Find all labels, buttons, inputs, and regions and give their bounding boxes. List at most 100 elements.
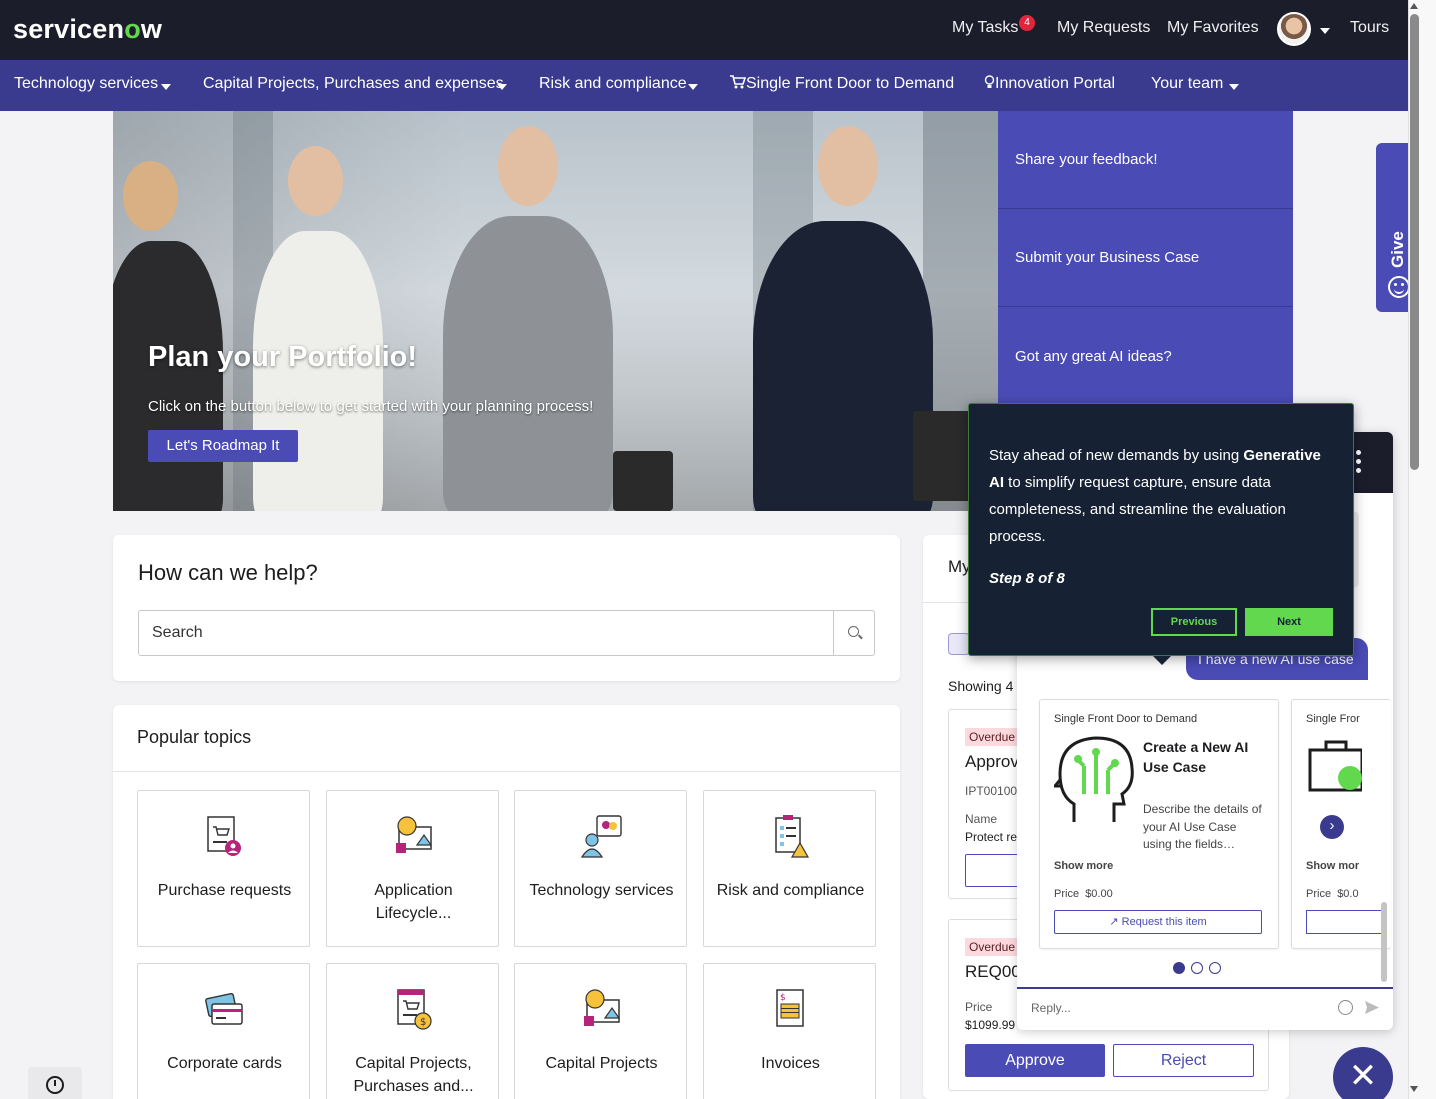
menu-label: Your team bbox=[1151, 75, 1224, 92]
credit-cards-icon bbox=[205, 992, 243, 1025]
catalog-description: Describe the details of your AI Use Case… bbox=[1143, 802, 1262, 851]
my-favorites-link[interactable]: My Favorites bbox=[1167, 19, 1259, 37]
more-options-icon[interactable] bbox=[1356, 450, 1362, 476]
catalog-item-card[interactable]: Single Front Door to Demand Create a New… bbox=[1039, 699, 1279, 949]
servicenow-logo[interactable]: servicenow bbox=[13, 14, 162, 45]
svg-text:$: $ bbox=[420, 1017, 426, 1028]
tours-link[interactable]: Tours bbox=[1350, 19, 1389, 37]
menu-label: Risk and compliance bbox=[539, 75, 687, 92]
showing-count: Showing 4 bbox=[948, 678, 1014, 694]
help-title: How can we help? bbox=[138, 560, 318, 585]
popular-topics-title: Popular topics bbox=[137, 727, 252, 747]
field-value: Protect re bbox=[965, 830, 1018, 844]
topic-technology-services[interactable]: Technology services bbox=[514, 790, 687, 947]
help-card: How can we help? bbox=[113, 535, 900, 681]
chevron-down-icon[interactable] bbox=[161, 84, 171, 90]
search-input[interactable] bbox=[139, 611, 834, 655]
topic-risk-compliance[interactable]: Risk and compliance bbox=[703, 790, 876, 947]
popular-topics-card: Popular topics Purchase requests Applica… bbox=[113, 705, 900, 1099]
cart-dollar-document-icon: $ bbox=[397, 989, 432, 1030]
topic-corporate-cards[interactable]: Corporate cards bbox=[137, 963, 310, 1099]
show-more-link[interactable]: Show mor bbox=[1306, 860, 1359, 872]
menu-label: Single Front Door to Demand bbox=[746, 75, 955, 92]
carousel-scrollbar[interactable] bbox=[1381, 902, 1387, 982]
catalog-item-card[interactable]: Single Fror › Show mor Price $0.0 bbox=[1291, 699, 1391, 949]
topic-label: Application Lifecycle... bbox=[374, 882, 453, 922]
carousel-dot[interactable] bbox=[1209, 962, 1221, 974]
reject-button[interactable]: Reject bbox=[1113, 1044, 1254, 1077]
select-all-checkbox[interactable] bbox=[948, 633, 970, 655]
carousel-dots bbox=[1173, 961, 1227, 979]
hero-person bbox=[443, 216, 613, 511]
purchase-cart-document-icon bbox=[207, 816, 241, 856]
task-title: Approv bbox=[965, 752, 1019, 771]
quick-links-panel: Share your feedback! Submit your Busines… bbox=[998, 111, 1293, 411]
menu-capital-projects[interactable]: Capital Projects, Purchases and expenses bbox=[203, 75, 504, 93]
carousel-dot[interactable] bbox=[1173, 962, 1185, 974]
topic-capital-projects[interactable]: Capital Projects bbox=[514, 963, 687, 1099]
menu-label: Innovation Portal bbox=[995, 75, 1116, 92]
catalog-price: Price $0.00 bbox=[1054, 888, 1113, 900]
overdue-badge: Overdue bbox=[965, 938, 1020, 956]
tour-next-button[interactable]: Next bbox=[1245, 608, 1333, 636]
briefcase-check-icon bbox=[1308, 740, 1362, 792]
menu-innovation-portal[interactable]: Innovation Portal bbox=[984, 75, 1115, 93]
catalog-title: Create a New AI Use Case bbox=[1143, 739, 1249, 775]
search-icon bbox=[848, 626, 859, 637]
tooltip-pointer bbox=[1153, 656, 1171, 665]
carousel-dot[interactable] bbox=[1191, 962, 1203, 974]
request-item-button[interactable]: ↗ Request this item bbox=[1054, 910, 1262, 934]
clock-icon bbox=[46, 1076, 64, 1094]
price-label: Price bbox=[1306, 888, 1332, 900]
request-item-button[interactable] bbox=[1306, 910, 1386, 934]
tour-text: Stay ahead of new demands by using Gener… bbox=[989, 442, 1339, 550]
send-icon[interactable] bbox=[1364, 1000, 1380, 1015]
topic-purchase-requests[interactable]: Purchase requests bbox=[137, 790, 310, 947]
my-tasks-link[interactable]: My Tasks bbox=[952, 19, 1018, 37]
chevron-down-icon[interactable] bbox=[1229, 84, 1239, 90]
image-shapes-icon bbox=[396, 816, 433, 853]
submit-business-case-link[interactable]: Submit your Business Case bbox=[998, 209, 1293, 307]
menu-your-team[interactable]: Your team bbox=[1151, 75, 1223, 93]
field-label: Name bbox=[965, 812, 998, 826]
chevron-down-icon[interactable] bbox=[1320, 28, 1330, 34]
topic-capital-projects-purchases[interactable]: $ Capital Projects, Purchases and... bbox=[326, 963, 499, 1099]
chevron-down-icon[interactable] bbox=[497, 84, 507, 90]
topic-application-lifecycle[interactable]: Application Lifecycle... bbox=[326, 790, 499, 947]
link-label: Submit your Business Case bbox=[1015, 249, 1200, 266]
my-requests-link[interactable]: My Requests bbox=[1057, 19, 1150, 37]
emoji-icon[interactable] bbox=[1338, 1000, 1353, 1015]
close-chat-button[interactable]: ✕ bbox=[1333, 1047, 1393, 1099]
scroll-up-icon[interactable] bbox=[1410, 3, 1418, 9]
scroll-down-icon[interactable] bbox=[1410, 1086, 1418, 1092]
chevron-right-icon[interactable]: › bbox=[1320, 815, 1344, 839]
history-button[interactable] bbox=[28, 1067, 82, 1099]
menu-single-front-door[interactable]: Single Front Door to Demand bbox=[730, 75, 954, 93]
ai-ideas-link[interactable]: Got any great AI ideas? bbox=[998, 307, 1293, 405]
scrollbar-thumb[interactable] bbox=[1410, 14, 1419, 470]
cart-icon bbox=[730, 75, 747, 89]
menu-risk-compliance[interactable]: Risk and compliance bbox=[539, 75, 687, 93]
topic-invoices[interactable]: $ Invoices bbox=[703, 963, 876, 1099]
roadmap-button[interactable]: Let's Roadmap It bbox=[148, 430, 298, 462]
tour-previous-button[interactable]: Previous bbox=[1151, 608, 1237, 636]
catalog-price: Price $0.0 bbox=[1306, 888, 1359, 900]
price-value: $1099.99 bbox=[965, 1018, 1016, 1032]
chevron-down-icon[interactable] bbox=[688, 84, 698, 90]
search-button[interactable] bbox=[833, 611, 874, 655]
link-label: Share your feedback! bbox=[1015, 151, 1158, 168]
topic-label: Invoices bbox=[761, 1055, 820, 1072]
tour-step-indicator: Step 8 of 8 bbox=[989, 570, 1065, 587]
hero-subtitle: Click on the button below to get started… bbox=[148, 398, 594, 415]
approve-button[interactable]: Approve bbox=[965, 1044, 1105, 1077]
topic-label: Capital Projects, Purchases and... bbox=[353, 1055, 474, 1095]
reply-input[interactable] bbox=[1031, 1001, 1321, 1015]
show-more-link[interactable]: Show more bbox=[1054, 860, 1113, 872]
user-avatar[interactable] bbox=[1277, 12, 1311, 46]
menu-label: Capital Projects, Purchases and expenses bbox=[203, 75, 504, 92]
hero-banner: Plan your Portfolio! Click on the button… bbox=[113, 111, 998, 511]
menu-label: Technology services bbox=[14, 75, 159, 92]
share-feedback-link[interactable]: Share your feedback! bbox=[998, 111, 1293, 209]
price-value: $0.0 bbox=[1337, 888, 1359, 900]
menu-technology-services[interactable]: Technology services bbox=[14, 75, 158, 93]
